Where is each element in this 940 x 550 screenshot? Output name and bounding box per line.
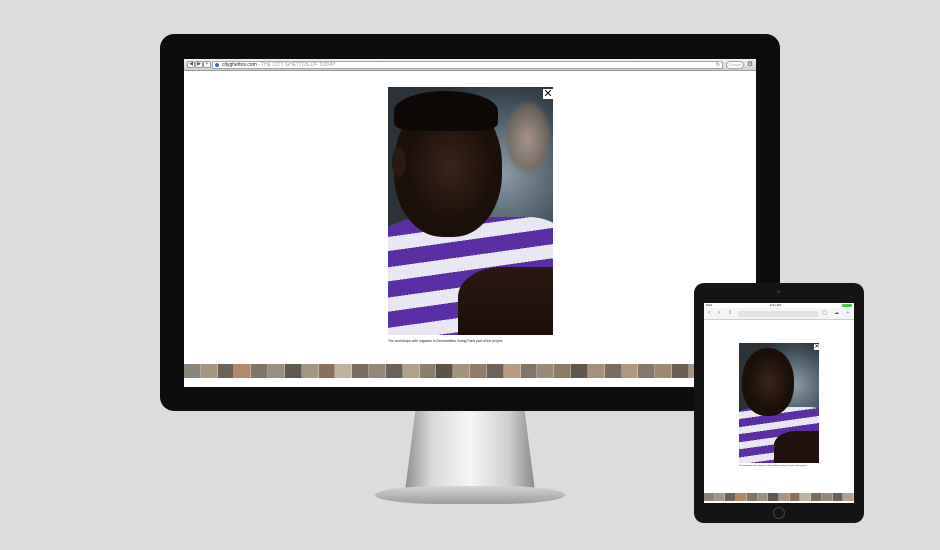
thumbnail[interactable]	[832, 493, 844, 501]
share-icon[interactable]: ⇪	[728, 310, 732, 316]
thumbnail[interactable]	[335, 364, 353, 378]
desktop-screen: ◀ ▶ + cityghettos.com - THE CITY GHETTOS…	[184, 59, 756, 387]
tablet-back-button[interactable]: ‹	[708, 310, 710, 316]
close-icon[interactable]: ✕	[543, 89, 553, 100]
monitor-stand-base	[375, 486, 565, 504]
forward-button[interactable]: ▶	[195, 61, 203, 68]
thumbnail[interactable]	[419, 364, 437, 378]
reload-icon[interactable]: ↻	[716, 62, 720, 68]
thumbnail[interactable]	[234, 364, 252, 378]
tablet-device: iPad 9:41 AM ‹ › ⇪ ▢ ☁ + ✕ The workshops…	[694, 283, 864, 523]
ear	[392, 147, 406, 177]
thumbnail[interactable]	[470, 364, 487, 378]
globe-icon	[215, 63, 219, 67]
thumbnail-strip[interactable]	[184, 364, 756, 378]
thumbnail[interactable]	[725, 493, 737, 501]
arm	[774, 431, 819, 463]
hair	[394, 91, 498, 131]
home-button[interactable]	[773, 507, 785, 519]
thumbnail[interactable]	[486, 364, 504, 378]
thumbnail[interactable]	[436, 364, 454, 378]
url-domain: cityghettos.com	[222, 62, 257, 68]
thumbnail[interactable]	[779, 493, 790, 501]
thumbnail[interactable]	[800, 493, 812, 501]
camera-icon	[777, 290, 780, 293]
thumbnail[interactable]	[672, 364, 689, 378]
thumbnail[interactable]	[284, 364, 302, 378]
thumbnail[interactable]	[184, 364, 201, 378]
search-input[interactable]: Google	[726, 61, 744, 69]
thumbnail[interactable]	[757, 493, 769, 501]
address-bar[interactable]: cityghettos.com - THE CITY GHETTOS OF TO…	[212, 61, 723, 69]
thumbnail[interactable]	[843, 493, 854, 501]
thumbnail[interactable]	[789, 493, 801, 501]
thumbnail[interactable]	[554, 364, 572, 378]
gear-icon[interactable]: ⚙	[746, 61, 754, 69]
thumbnail[interactable]	[704, 493, 715, 501]
thumbnail[interactable]	[571, 364, 588, 378]
tablet-screen: iPad 9:41 AM ‹ › ⇪ ▢ ☁ + ✕ The workshops…	[704, 303, 854, 503]
thumbnail[interactable]	[638, 364, 656, 378]
tablet-photo-caption: The workshops with migrants in Gennevill…	[739, 465, 807, 467]
thumbnail[interactable]	[217, 364, 235, 378]
tablet-forward-button[interactable]: ›	[718, 310, 720, 316]
thumbnail[interactable]	[821, 493, 833, 501]
arm	[458, 267, 553, 335]
thumbnail[interactable]	[503, 364, 521, 378]
thumbnail[interactable]	[453, 364, 471, 378]
thumbnail[interactable]	[369, 364, 386, 378]
thumbnail[interactable]	[385, 364, 403, 378]
thumbnail[interactable]	[736, 493, 747, 501]
tablet-lightbox-photo	[739, 343, 819, 463]
thumbnail[interactable]	[811, 493, 822, 501]
tablet-thumbnail-strip[interactable]	[704, 493, 854, 501]
thumbnail[interactable]	[746, 493, 758, 501]
monitor-stand-neck	[405, 411, 535, 491]
thumbnail[interactable]	[251, 364, 269, 378]
tablet-address-bar[interactable]	[738, 311, 818, 317]
back-button[interactable]: ◀	[187, 61, 195, 68]
thumbnail[interactable]	[655, 364, 673, 378]
thumbnail[interactable]	[587, 364, 605, 378]
thumbnail[interactable]	[301, 364, 319, 378]
tablet-close-icon[interactable]: ✕	[814, 344, 820, 350]
thumbnail[interactable]	[621, 364, 639, 378]
thumbnail[interactable]	[352, 364, 370, 378]
lightbox-photo	[388, 87, 553, 335]
face	[742, 348, 794, 416]
add-tab-button[interactable]: +	[203, 61, 211, 68]
desktop-monitor: ◀ ▶ + cityghettos.com - THE CITY GHETTOS…	[160, 34, 780, 411]
thumbnail[interactable]	[318, 364, 336, 378]
battery-icon	[842, 304, 852, 307]
thumbnail[interactable]	[268, 364, 285, 378]
photo-caption: The workshops with migrants in Gennevill…	[388, 339, 503, 343]
thumbnail[interactable]	[537, 364, 555, 378]
thumbnail[interactable]	[604, 364, 622, 378]
thumbnail[interactable]	[200, 364, 218, 378]
tablet-toolbar-icons[interactable]: ▢ ☁ +	[822, 310, 852, 316]
thumbnail[interactable]	[768, 493, 780, 501]
browser-toolbar: ◀ ▶ + cityghettos.com - THE CITY GHETTOS…	[184, 59, 756, 71]
thumbnail[interactable]	[714, 493, 726, 501]
url-subtitle: - THE CITY GHETTOS OF TODAY	[258, 62, 336, 68]
thumbnail[interactable]	[402, 364, 420, 378]
thumbnail[interactable]	[520, 364, 538, 378]
tablet-browser-bar: ‹ › ⇪ ▢ ☁ +	[704, 308, 854, 320]
